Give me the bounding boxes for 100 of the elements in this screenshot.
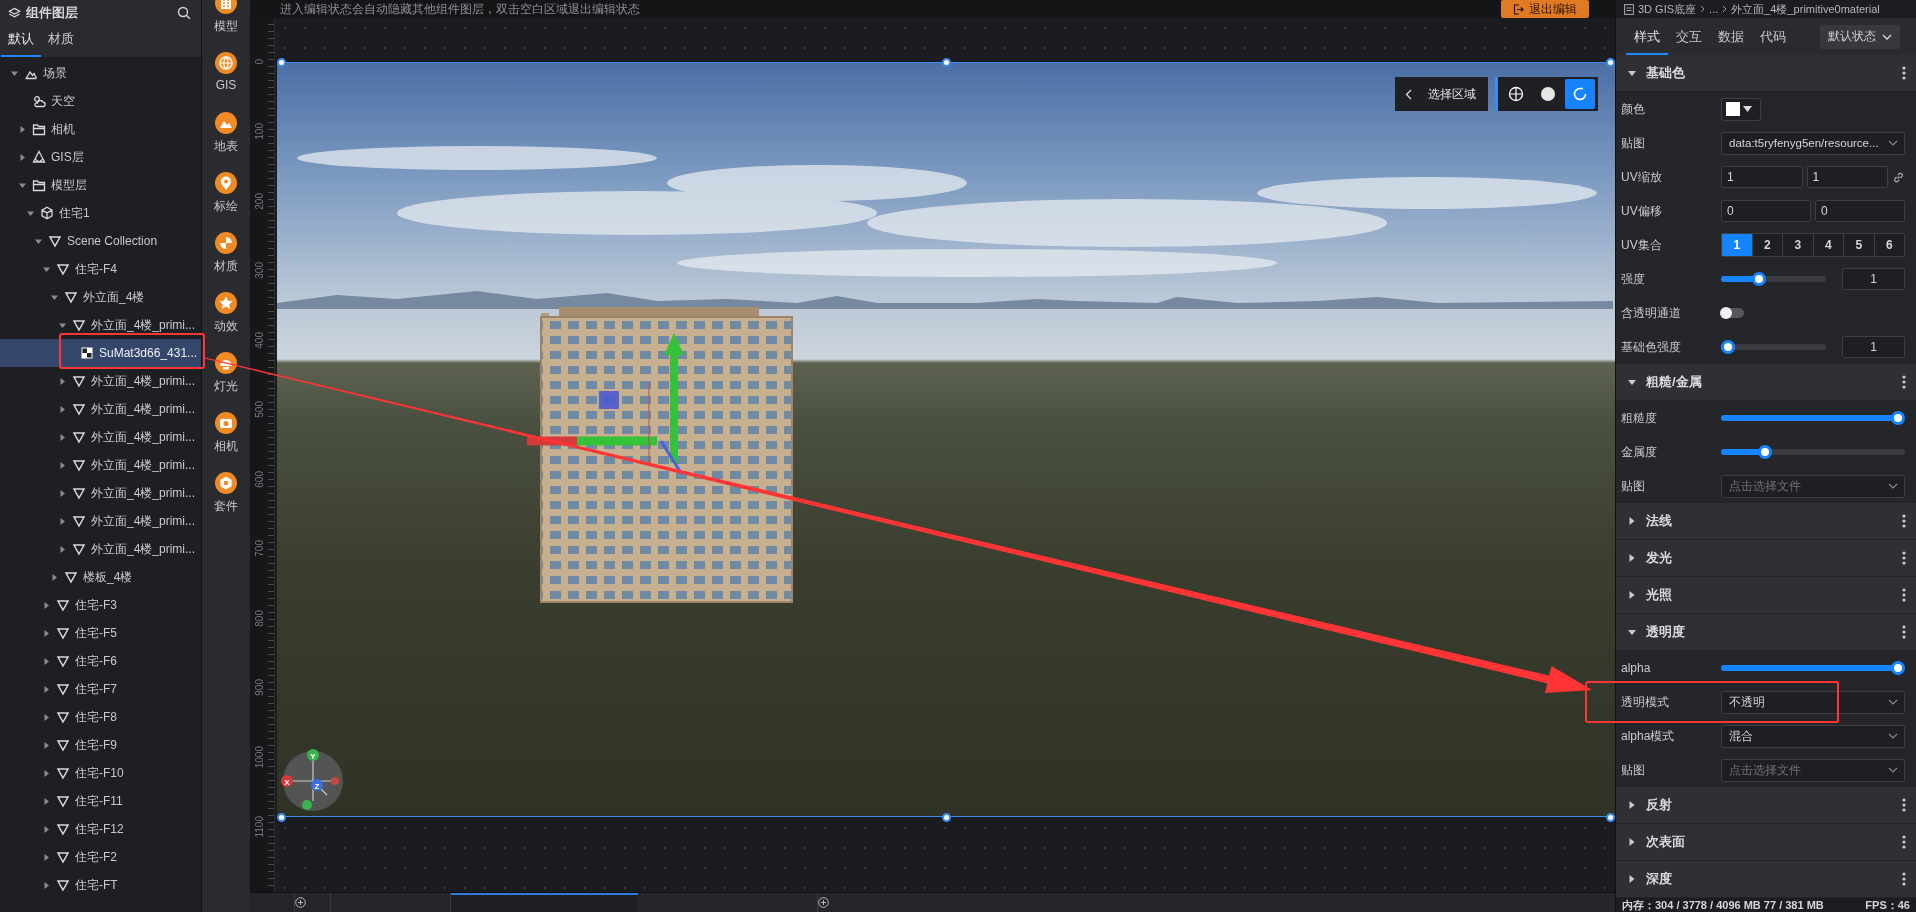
segment-button[interactable]: 4 bbox=[1812, 234, 1843, 256]
search-icon[interactable] bbox=[177, 6, 191, 20]
number-field[interactable]: 1 bbox=[1842, 336, 1905, 358]
tree-item[interactable]: 外立面_4楼_primi... bbox=[0, 535, 201, 563]
tree-item[interactable]: 住宅-F5 bbox=[0, 619, 201, 647]
section-header[interactable]: 反射 bbox=[1616, 787, 1916, 824]
caret-icon[interactable] bbox=[58, 517, 66, 525]
caret-icon[interactable] bbox=[42, 825, 50, 833]
caret-icon[interactable] bbox=[42, 881, 50, 889]
caret-icon[interactable] bbox=[58, 489, 66, 497]
tool-button[interactable]: GIS bbox=[202, 46, 250, 106]
segment-button[interactable]: 1 bbox=[1722, 234, 1752, 256]
breadcrumb-link[interactable]: 3D GIS底座 bbox=[1638, 1, 1697, 17]
caret-icon[interactable] bbox=[42, 713, 50, 721]
editor-tab[interactable] bbox=[451, 893, 638, 912]
tool-button[interactable]: 地表 bbox=[202, 106, 250, 166]
more-icon[interactable] bbox=[1902, 514, 1906, 528]
tree-item[interactable]: 外立面_4楼_primi... bbox=[0, 451, 201, 479]
number-field[interactable]: 1 bbox=[1842, 268, 1905, 290]
inspector-tab[interactable]: 代码 bbox=[1752, 18, 1794, 55]
caret-icon[interactable] bbox=[58, 545, 66, 553]
inspector-tab[interactable]: 交互 bbox=[1668, 18, 1710, 55]
tree-item[interactable]: 住宅-F4 bbox=[0, 255, 201, 283]
tree-item[interactable]: 相机 bbox=[0, 115, 201, 143]
tree-item[interactable]: 外立面_4楼_primi... bbox=[0, 423, 201, 451]
tree-item[interactable]: 模型层 bbox=[0, 171, 201, 199]
resize-handle[interactable] bbox=[941, 57, 951, 67]
number-field[interactable]: 1 bbox=[1806, 166, 1888, 188]
tree-item[interactable]: 外立面_4楼_primi... bbox=[0, 507, 201, 535]
tree-item[interactable]: SuMat3d66_431... bbox=[0, 339, 201, 367]
tool-button[interactable]: 相机 bbox=[202, 406, 250, 466]
tree-item[interactable]: GIS层 bbox=[0, 143, 201, 171]
exit-edit-button[interactable]: 退出编辑 bbox=[1501, 0, 1589, 18]
more-icon[interactable] bbox=[1902, 66, 1906, 80]
caret-icon[interactable] bbox=[42, 797, 50, 805]
more-icon[interactable] bbox=[1902, 375, 1906, 389]
resize-handle[interactable] bbox=[277, 57, 286, 67]
select-field[interactable]: 点击选择文件 bbox=[1721, 758, 1905, 782]
toggle-switch[interactable] bbox=[1721, 308, 1744, 318]
caret-icon[interactable] bbox=[42, 657, 50, 665]
breadcrumb-link[interactable]: 外立面_4楼_primitive0material bbox=[1731, 1, 1880, 17]
tree-item[interactable]: 住宅1 bbox=[0, 199, 201, 227]
tree-item[interactable]: 外立面_4楼_primi... bbox=[0, 395, 201, 423]
caret-icon[interactable] bbox=[18, 181, 26, 189]
caret-icon[interactable] bbox=[10, 69, 18, 77]
caret-icon[interactable] bbox=[42, 741, 50, 749]
more-icon[interactable] bbox=[1902, 588, 1906, 602]
tree-item[interactable]: 住宅-F7 bbox=[0, 675, 201, 703]
more-icon[interactable] bbox=[1902, 551, 1906, 565]
section-header[interactable]: 透明度 bbox=[1616, 614, 1916, 651]
slider-thumb[interactable] bbox=[1891, 411, 1905, 425]
tree-item[interactable]: 住宅-FT bbox=[0, 871, 201, 899]
caret-icon[interactable] bbox=[58, 377, 66, 385]
breadcrumb-link[interactable]: ... bbox=[1709, 3, 1719, 15]
select-field[interactable]: data:t5ryfenyg5en/resource... bbox=[1721, 131, 1905, 155]
select-field[interactable]: 点击选择文件 bbox=[1721, 474, 1905, 498]
area-select-label[interactable]: 选择区域 bbox=[1428, 85, 1476, 103]
section-header[interactable]: 粗糙/金属 bbox=[1616, 364, 1916, 401]
tree-item[interactable]: 楼板_4楼 bbox=[0, 563, 201, 591]
add-icon[interactable] bbox=[818, 897, 829, 908]
more-icon[interactable] bbox=[1902, 872, 1906, 886]
select-field[interactable]: 不透明 bbox=[1721, 690, 1905, 714]
tool-button[interactable]: 模型 bbox=[202, 0, 250, 46]
slider[interactable] bbox=[1721, 411, 1905, 425]
resize-handle[interactable] bbox=[941, 812, 951, 822]
caret-icon[interactable] bbox=[58, 433, 66, 441]
tree-item[interactable]: 外立面_4楼_primi... bbox=[0, 367, 201, 395]
tree-item[interactable]: 场景 bbox=[0, 59, 201, 87]
tree-item[interactable]: 外立面_4楼_primi... bbox=[0, 311, 201, 339]
state-dropdown[interactable]: 默认状态 bbox=[1820, 24, 1900, 49]
caret-icon[interactable] bbox=[42, 629, 50, 637]
caret-icon[interactable] bbox=[42, 265, 50, 273]
caret-icon[interactable] bbox=[18, 153, 26, 161]
number-field[interactable]: 1 bbox=[1721, 166, 1803, 188]
tool-button[interactable]: 动效 bbox=[202, 286, 250, 346]
tree-item[interactable]: 住宅-F10 bbox=[0, 759, 201, 787]
segment-button[interactable]: 6 bbox=[1873, 234, 1904, 256]
slider[interactable] bbox=[1721, 340, 1826, 354]
section-header[interactable]: 法线 bbox=[1616, 503, 1916, 540]
segment-button[interactable]: 3 bbox=[1782, 234, 1813, 256]
slider-thumb[interactable] bbox=[1758, 445, 1773, 459]
segment-button[interactable]: 5 bbox=[1843, 234, 1874, 256]
tool-button[interactable]: 材质 bbox=[202, 226, 250, 286]
more-icon[interactable] bbox=[1902, 798, 1906, 812]
caret-icon[interactable] bbox=[50, 293, 58, 301]
slider[interactable] bbox=[1721, 445, 1905, 459]
section-header[interactable]: 光照 bbox=[1616, 577, 1916, 614]
caret-icon[interactable] bbox=[58, 461, 66, 469]
slider-thumb[interactable] bbox=[1721, 340, 1735, 354]
caret-icon[interactable] bbox=[42, 601, 50, 609]
tool-button[interactable]: 套件 bbox=[202, 466, 250, 526]
panel-tab[interactable]: 默认 bbox=[1, 30, 41, 57]
caret-icon[interactable] bbox=[58, 321, 66, 329]
tree-item[interactable]: 住宅-F3 bbox=[0, 591, 201, 619]
segment-button[interactable]: 2 bbox=[1751, 234, 1782, 256]
number-field[interactable]: 0 bbox=[1721, 200, 1811, 222]
section-header[interactable]: 基础色 bbox=[1616, 55, 1916, 92]
tree-item[interactable]: 住宅-F2 bbox=[0, 843, 201, 871]
section-header[interactable]: 次表面 bbox=[1616, 824, 1916, 861]
caret-icon[interactable] bbox=[34, 237, 42, 245]
